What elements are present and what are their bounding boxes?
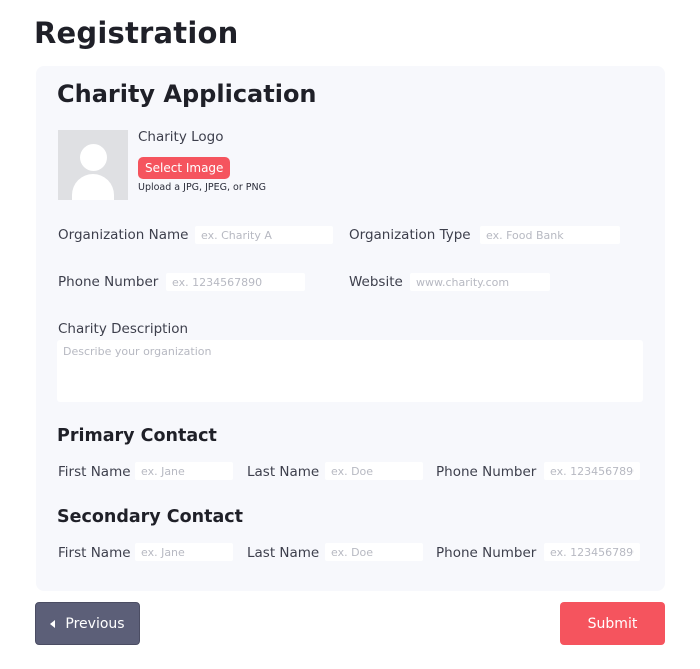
organization-type-label: Organization Type: [349, 227, 471, 243]
primary-phone-input[interactable]: [544, 462, 640, 480]
secondary-first-name-input[interactable]: [135, 543, 233, 561]
website-label: Website: [349, 274, 403, 290]
submit-button[interactable]: Submit: [560, 602, 665, 645]
secondary-last-name-input[interactable]: [325, 543, 423, 561]
upload-hint: Upload a JPG, JPEG, or PNG: [138, 182, 266, 193]
secondary-phone-label: Phone Number: [436, 545, 537, 561]
organization-name-label: Organization Name: [58, 227, 189, 243]
primary-last-name-input[interactable]: [325, 462, 423, 480]
phone-number-input[interactable]: [166, 273, 305, 291]
application-card: Charity Application Charity Logo Select …: [36, 66, 665, 591]
user-avatar-icon: [58, 130, 128, 200]
avatar-head: [80, 144, 107, 171]
charity-description-label: Charity Description: [58, 321, 189, 337]
caret-left-icon: [50, 619, 56, 628]
previous-button[interactable]: Previous: [35, 602, 140, 645]
charity-description-textarea[interactable]: [57, 340, 643, 402]
organization-type-input[interactable]: [480, 226, 620, 244]
secondary-last-name-label: Last Name: [247, 545, 320, 561]
primary-phone-label: Phone Number: [436, 464, 537, 480]
secondary-phone-input[interactable]: [544, 543, 640, 561]
phone-number-label: Phone Number: [58, 274, 159, 290]
primary-last-name-label: Last Name: [247, 464, 320, 480]
page-title: Registration: [34, 16, 239, 50]
select-image-button[interactable]: Select Image: [138, 157, 231, 179]
card-title: Charity Application: [57, 80, 317, 108]
organization-name-input[interactable]: [195, 226, 333, 244]
primary-contact-title: Primary Contact: [57, 426, 217, 446]
primary-first-name-label: First Name: [58, 464, 131, 480]
charity-logo-label: Charity Logo: [138, 129, 224, 145]
previous-button-label: Previous: [65, 615, 125, 632]
website-input[interactable]: [410, 273, 550, 291]
secondary-first-name-label: First Name: [58, 545, 131, 561]
secondary-contact-title: Secondary Contact: [57, 507, 244, 527]
avatar-body: [72, 174, 114, 200]
primary-first-name-input[interactable]: [135, 462, 233, 480]
